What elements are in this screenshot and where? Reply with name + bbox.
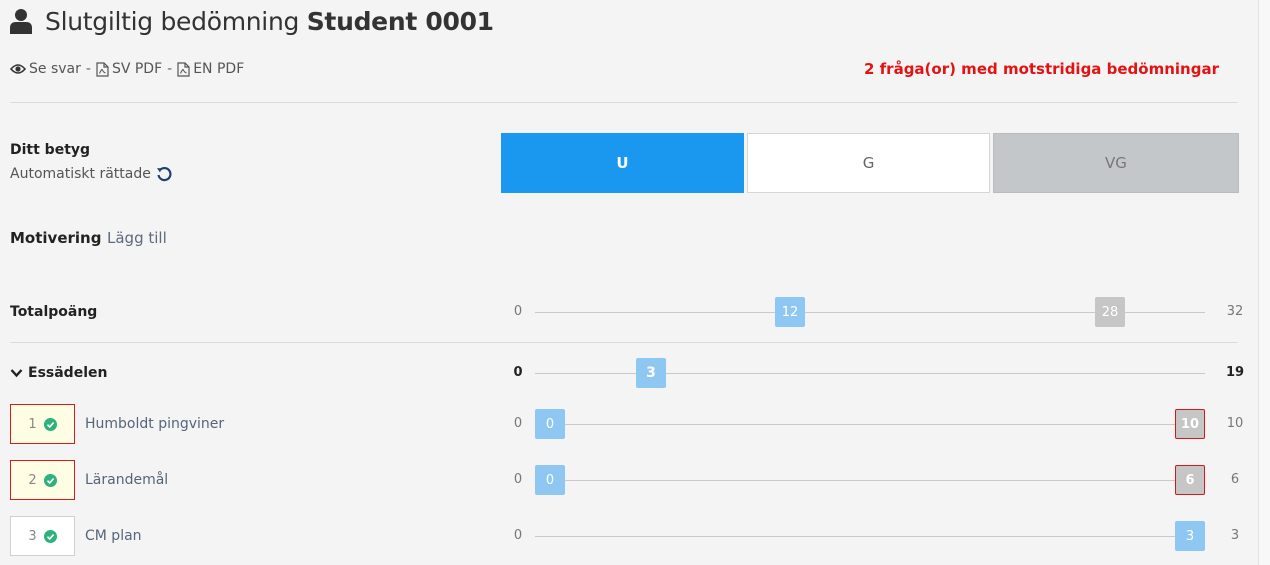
link-separator: - [85, 61, 91, 77]
question-other-score-marker-1: 10 [1175, 409, 1205, 439]
question-title-1[interactable]: Humboldt pingviner [85, 416, 224, 432]
question-scale-line-2 [535, 480, 1205, 481]
motivation-label: Motivering [10, 229, 102, 247]
question-scale-line-3 [535, 536, 1205, 537]
question-max-3: 3 [1230, 528, 1240, 543]
divider [10, 102, 1238, 103]
grade-button-vg: VG [993, 133, 1239, 193]
grade-button-g[interactable]: G [747, 133, 990, 193]
page-title: Slutgiltig bedömning Student 0001 [45, 7, 494, 36]
eye-icon [10, 64, 26, 74]
total-max: 32 [1226, 304, 1244, 319]
question-score-marker-1: 0 [535, 409, 565, 439]
sv-pdf-link[interactable]: SV PDF [96, 61, 162, 77]
page-scrollbar[interactable] [1258, 0, 1270, 565]
link-separator: - [167, 61, 173, 77]
grade-button-u[interactable]: U [501, 133, 744, 193]
title-prefix: Slutgiltig bedömning [45, 6, 300, 36]
total-score-label: Totalpoäng [10, 304, 98, 320]
check-circle-icon [43, 417, 57, 431]
question-title-2[interactable]: Lärandemål [85, 472, 168, 488]
chevron-down-icon [10, 369, 23, 378]
question-min-2: 0 [513, 472, 523, 487]
user-icon [10, 8, 32, 34]
student-name: Student 0001 [306, 6, 494, 36]
section-score-marker: 3 [636, 358, 666, 388]
question-box-1[interactable]: 1 [10, 404, 75, 444]
document-links: Se svar - SV PDF - EN PDF [10, 61, 244, 77]
en-pdf-label: EN PDF [193, 61, 245, 77]
question-number: 1 [28, 416, 37, 432]
question-max-2: 6 [1230, 472, 1240, 487]
question-min-1: 0 [513, 416, 523, 431]
question-other-score-marker-2: 6 [1175, 465, 1205, 495]
pdf-file-icon [177, 61, 190, 77]
question-box-2[interactable]: 2 [10, 460, 75, 500]
total-score-marker: 12 [775, 297, 805, 327]
conflict-warning: 2 fråga(or) med motstridiga bedömningar [863, 60, 1219, 78]
pdf-file-icon [96, 61, 109, 77]
undo-icon[interactable] [156, 166, 172, 182]
page-header: Slutgiltig bedömning Student 0001 [10, 4, 494, 38]
grade-title: Ditt betyg [10, 142, 91, 158]
total-min: 0 [513, 304, 523, 319]
question-number: 2 [28, 472, 37, 488]
section-max: 19 [1225, 365, 1245, 380]
section-min: 0 [513, 365, 523, 380]
question-min-3: 0 [513, 528, 523, 543]
question-max-1: 10 [1226, 416, 1244, 431]
auto-graded-label: Automatiskt rättade [10, 166, 151, 182]
sv-pdf-label: SV PDF [111, 61, 163, 77]
add-motivation-link[interactable]: Lägg till [107, 229, 167, 247]
section-toggle[interactable]: Essädelen [10, 365, 107, 381]
en-pdf-link[interactable]: EN PDF [177, 61, 244, 77]
see-answers-link[interactable]: Se svar [10, 61, 81, 77]
question-title-3[interactable]: CM plan [85, 528, 142, 544]
total-threshold-marker: 28 [1095, 297, 1125, 327]
divider [10, 342, 1238, 343]
see-answers-label: Se svar [29, 61, 81, 77]
question-scale-line-1 [535, 424, 1205, 425]
question-score-marker-3: 3 [1175, 521, 1205, 551]
question-box-3[interactable]: 3 [10, 516, 75, 556]
check-circle-icon [43, 529, 57, 543]
check-circle-icon [43, 473, 57, 487]
question-score-marker-2: 0 [535, 465, 565, 495]
question-number: 3 [28, 528, 37, 544]
section-label: Essädelen [28, 365, 108, 381]
grade-subtitle: Automatiskt rättade [10, 166, 172, 182]
